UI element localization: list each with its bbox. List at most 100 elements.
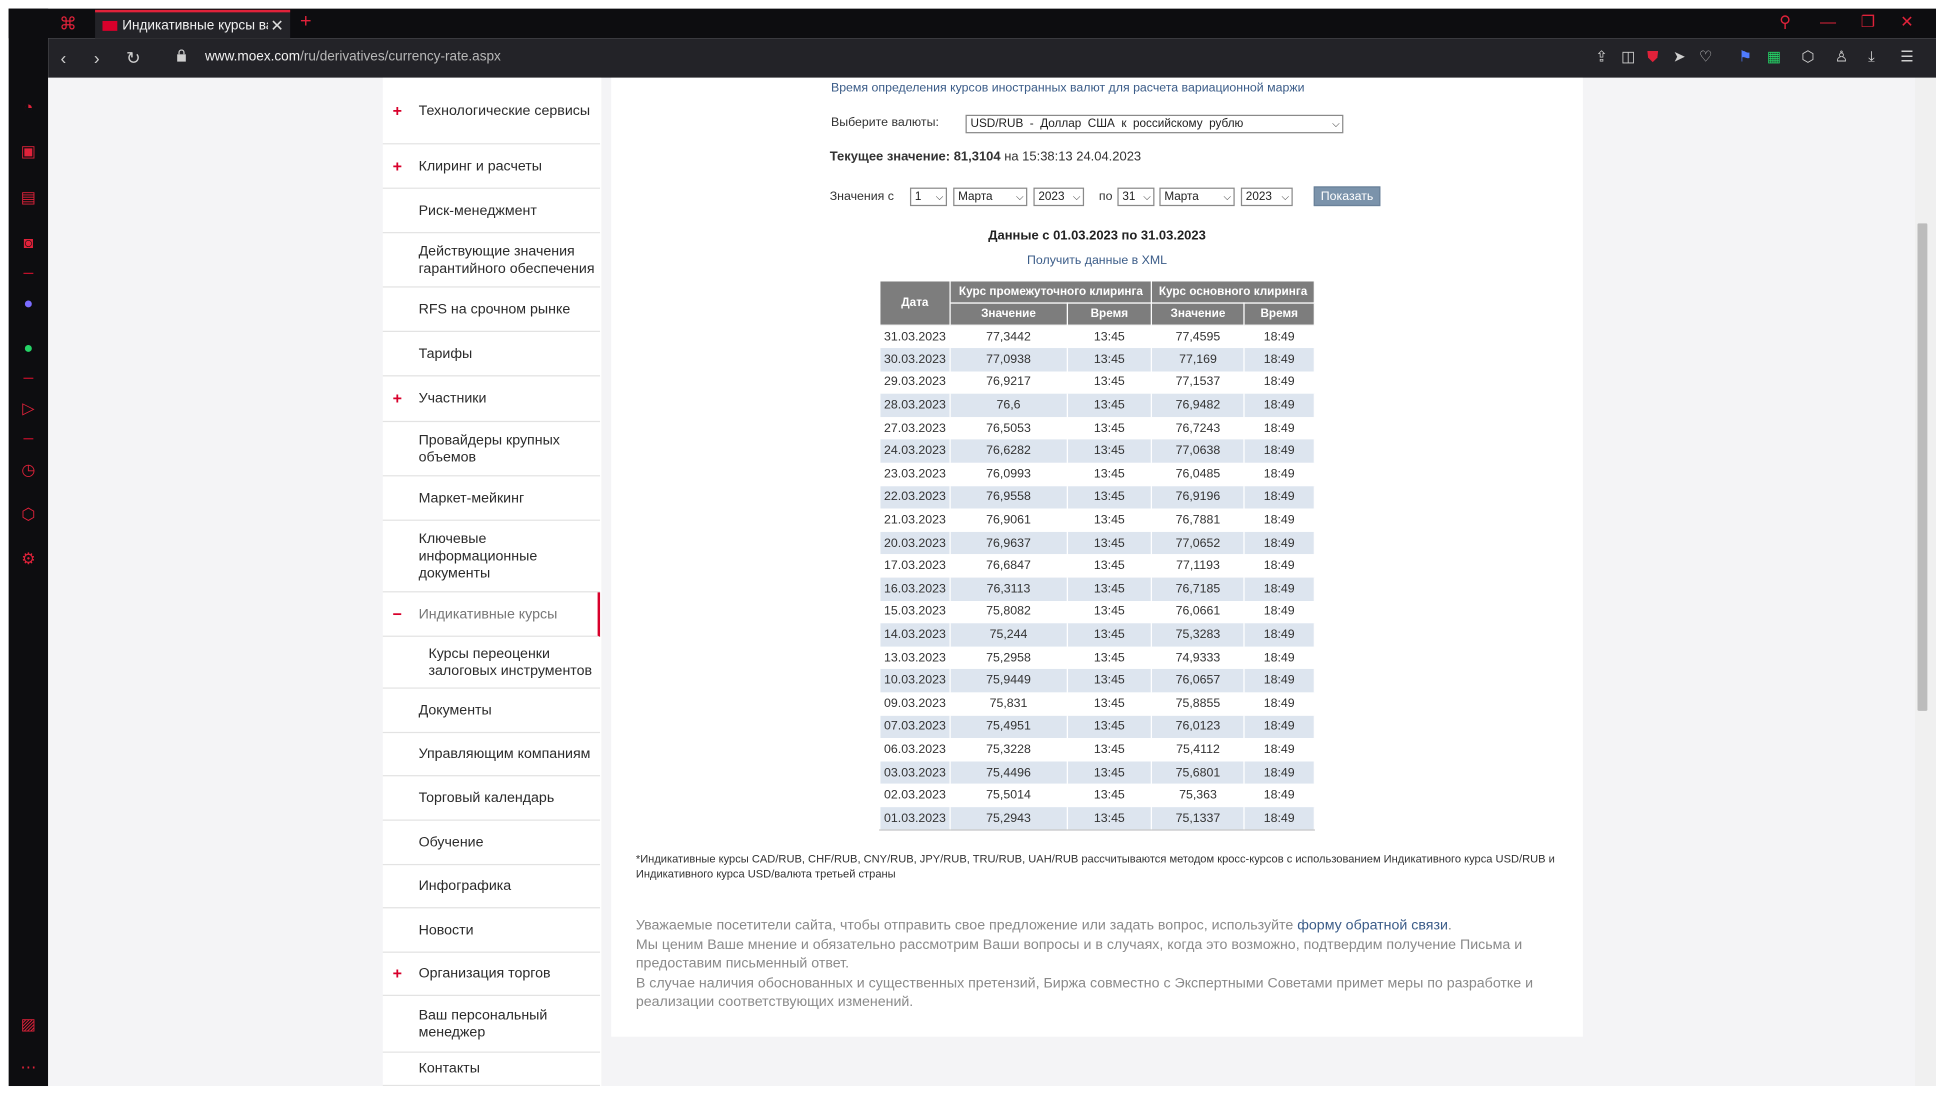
tab-title: Индикативные курсы валю — [122, 17, 268, 33]
menu-item-label: Документы — [418, 702, 492, 718]
table-row: 22.03.2023 76,9558 13:45 76,9196 18:49 — [879, 485, 1315, 509]
menu-item[interactable]: + Технологические сервисы — [382, 78, 601, 145]
menu-item[interactable]: Курсы переоценки залоговых инструментов — [382, 637, 601, 689]
forward-button[interactable]: › — [94, 48, 100, 68]
menu-item[interactable]: Новости — [382, 908, 601, 953]
messenger-icon[interactable]: ● — [19, 294, 39, 314]
reload-button[interactable]: ↻ — [126, 48, 140, 69]
menu-item[interactable]: Тарифы — [382, 332, 601, 377]
cell-intermediate-value: 75,4496 — [949, 761, 1068, 785]
menu-item[interactable]: Документы — [382, 689, 601, 734]
whatsapp-icon[interactable]: ● — [19, 338, 39, 358]
currency-select[interactable]: USD/RUB - Доллар США к российскому рублю… — [965, 114, 1344, 134]
expand-icon[interactable]: + — [393, 389, 402, 407]
share-icon[interactable]: ⇪ — [1595, 48, 1607, 65]
extensions-cube-icon[interactable]: ⬡ — [1801, 48, 1814, 65]
expand-icon[interactable]: + — [393, 965, 402, 982]
adblock-icon[interactable]: ⛊ — [1647, 48, 1658, 67]
menu-item[interactable]: Контакты — [382, 1053, 601, 1087]
menu-item-label: Торговый календарь — [418, 790, 555, 806]
feedback-line-1: Уважаемые посетители сайта, чтобы отправ… — [636, 917, 1574, 936]
cell-date: 27.03.2023 — [879, 417, 951, 440]
table-row: 07.03.2023 75,4951 13:45 76,0123 18:49 — [879, 715, 1315, 739]
back-button[interactable]: ‹ — [61, 48, 67, 68]
cell-main-value: 76,0123 — [1151, 715, 1245, 739]
menu-item[interactable]: Ваш персональный менеджер — [382, 996, 601, 1053]
cell-date: 15.03.2023 — [879, 600, 951, 624]
flag-extension-icon[interactable]: ⚑ — [1738, 48, 1751, 65]
shopping-icon[interactable]: ▣ — [19, 142, 39, 162]
menu-item[interactable]: Торговый календарь — [382, 776, 601, 821]
menu-item[interactable]: Действующие значения гарантийного обеспе… — [382, 233, 601, 288]
twitch-icon[interactable]: ▤ — [19, 188, 39, 208]
cell-main-time: 18:49 — [1243, 439, 1315, 463]
minimize-button[interactable]: — — [1820, 12, 1836, 31]
more-icon[interactable]: ⋯ — [19, 1058, 39, 1078]
cell-main-value: 76,7243 — [1151, 417, 1245, 440]
send-icon[interactable]: ➤ — [1673, 48, 1685, 65]
to-year-select[interactable]: 2023 ⌵ — [1240, 187, 1293, 207]
history-icon[interactable]: ◷ — [19, 460, 39, 480]
menu-item[interactable]: + Участники — [382, 376, 601, 423]
scrollbar-thumb[interactable] — [1917, 223, 1928, 711]
from-day-select[interactable]: 1 ⌵ — [909, 187, 948, 207]
show-button[interactable]: Показать — [1313, 186, 1381, 207]
menu-item[interactable]: RFS на срочном рынке — [382, 288, 601, 332]
bookmark-heart-icon[interactable]: ♡ — [1699, 48, 1712, 65]
feedback-form-link[interactable]: форму обратной связи — [1297, 918, 1448, 933]
cell-main-time: 18:49 — [1243, 669, 1315, 693]
menu-item[interactable]: Инфографика — [382, 865, 601, 909]
snapshot-icon[interactable]: ◫ — [1621, 48, 1635, 65]
table-row: 24.03.2023 76,6282 13:45 77,0638 18:49 — [879, 439, 1315, 463]
pinboard-icon[interactable]: ▨ — [19, 1015, 39, 1035]
settings-icon[interactable]: ⚙ — [19, 549, 39, 569]
search-tabs-icon[interactable]: ⚲ — [1779, 12, 1791, 32]
menu-item[interactable]: + Клиринг и расчеты — [382, 144, 601, 189]
download-icon[interactable]: ⤓ — [1868, 48, 1875, 67]
gamepad-icon[interactable]: ⌘ — [59, 14, 76, 35]
table-row: 23.03.2023 76,0993 13:45 76,0485 18:49 — [879, 462, 1315, 486]
menu-item[interactable]: Ключевые информационные документы — [382, 521, 601, 593]
collapse-icon[interactable]: − — [393, 605, 402, 622]
menu-item-label: Участники — [418, 391, 487, 407]
col-time-header: Время — [1243, 302, 1315, 326]
tab-active[interactable]: Индикативные курсы валю ✕ — [95, 9, 291, 39]
menu-item[interactable]: Управляющим компаниям — [382, 733, 601, 777]
menu-item[interactable]: Маркет-мейкинг — [382, 476, 601, 521]
menu-item[interactable]: − Индикативные курсы — [382, 592, 601, 637]
profile-icon[interactable]: ♙ — [1835, 48, 1848, 65]
cell-date: 24.03.2023 — [879, 439, 951, 463]
menu-item[interactable]: Провайдеры крупных объемов — [382, 422, 601, 477]
new-tab-button[interactable]: + — [300, 11, 312, 33]
expand-icon[interactable]: + — [393, 101, 402, 119]
chevron-down-icon: ⌵ — [1281, 191, 1290, 203]
to-month-select[interactable]: Марта ⌵ — [1159, 187, 1235, 207]
player-icon[interactable]: ▷ — [19, 399, 39, 419]
vm-time-link[interactable]: Время определения курсов иностранных вал… — [831, 81, 1305, 95]
cell-intermediate-value: 75,244 — [949, 623, 1068, 647]
cell-intermediate-time: 13:45 — [1066, 646, 1153, 670]
url-field[interactable]: www.moex.com/ru/derivatives/currency-rat… — [205, 49, 501, 64]
speed-dial-icon[interactable]: ◔ — [19, 98, 39, 118]
from-month-select[interactable]: Марта ⌵ — [953, 187, 1028, 207]
tab-bar: ◯ ⌘ Индикативные курсы валю ✕ + ⚲ — ❐ ✕ — [8, 8, 1936, 39]
extensions-icon[interactable]: ⬡ — [19, 505, 39, 525]
menu-item[interactable]: Риск-менеджмент — [382, 189, 601, 234]
side-menu: + Технологические сервисы + Клиринг и расче… — [382, 77, 602, 1087]
expand-icon[interactable]: + — [393, 157, 402, 174]
to-day-select[interactable]: 31 ⌵ — [1117, 187, 1155, 207]
easy-setup-icon[interactable]: ☰ — [1900, 48, 1913, 65]
menu-item[interactable]: + Организация торгов — [382, 953, 601, 996]
tab-close-icon[interactable]: ✕ — [270, 15, 283, 35]
to-year-value: 2023 — [1245, 190, 1272, 204]
close-window-button[interactable]: ✕ — [1900, 12, 1913, 32]
cell-main-value: 75,1337 — [1151, 807, 1245, 831]
cell-date: 22.03.2023 — [879, 485, 951, 509]
cell-date: 01.03.2023 — [879, 807, 951, 831]
xml-link[interactable]: Получить данные в XML — [831, 254, 1363, 268]
extension-new-icon[interactable]: ▦ — [1767, 48, 1781, 65]
from-year-select[interactable]: 2023 ⌵ — [1033, 187, 1085, 207]
maximize-button[interactable]: ❐ — [1861, 12, 1875, 32]
instagram-icon[interactable]: ◙ — [19, 233, 39, 253]
menu-item[interactable]: Обучение — [382, 821, 601, 866]
